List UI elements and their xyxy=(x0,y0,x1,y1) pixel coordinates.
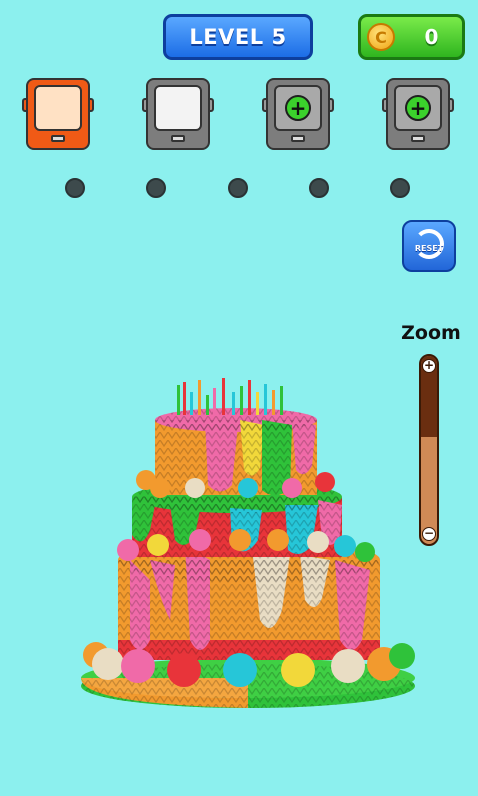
knitted-cake[interactable] xyxy=(0,0,478,796)
